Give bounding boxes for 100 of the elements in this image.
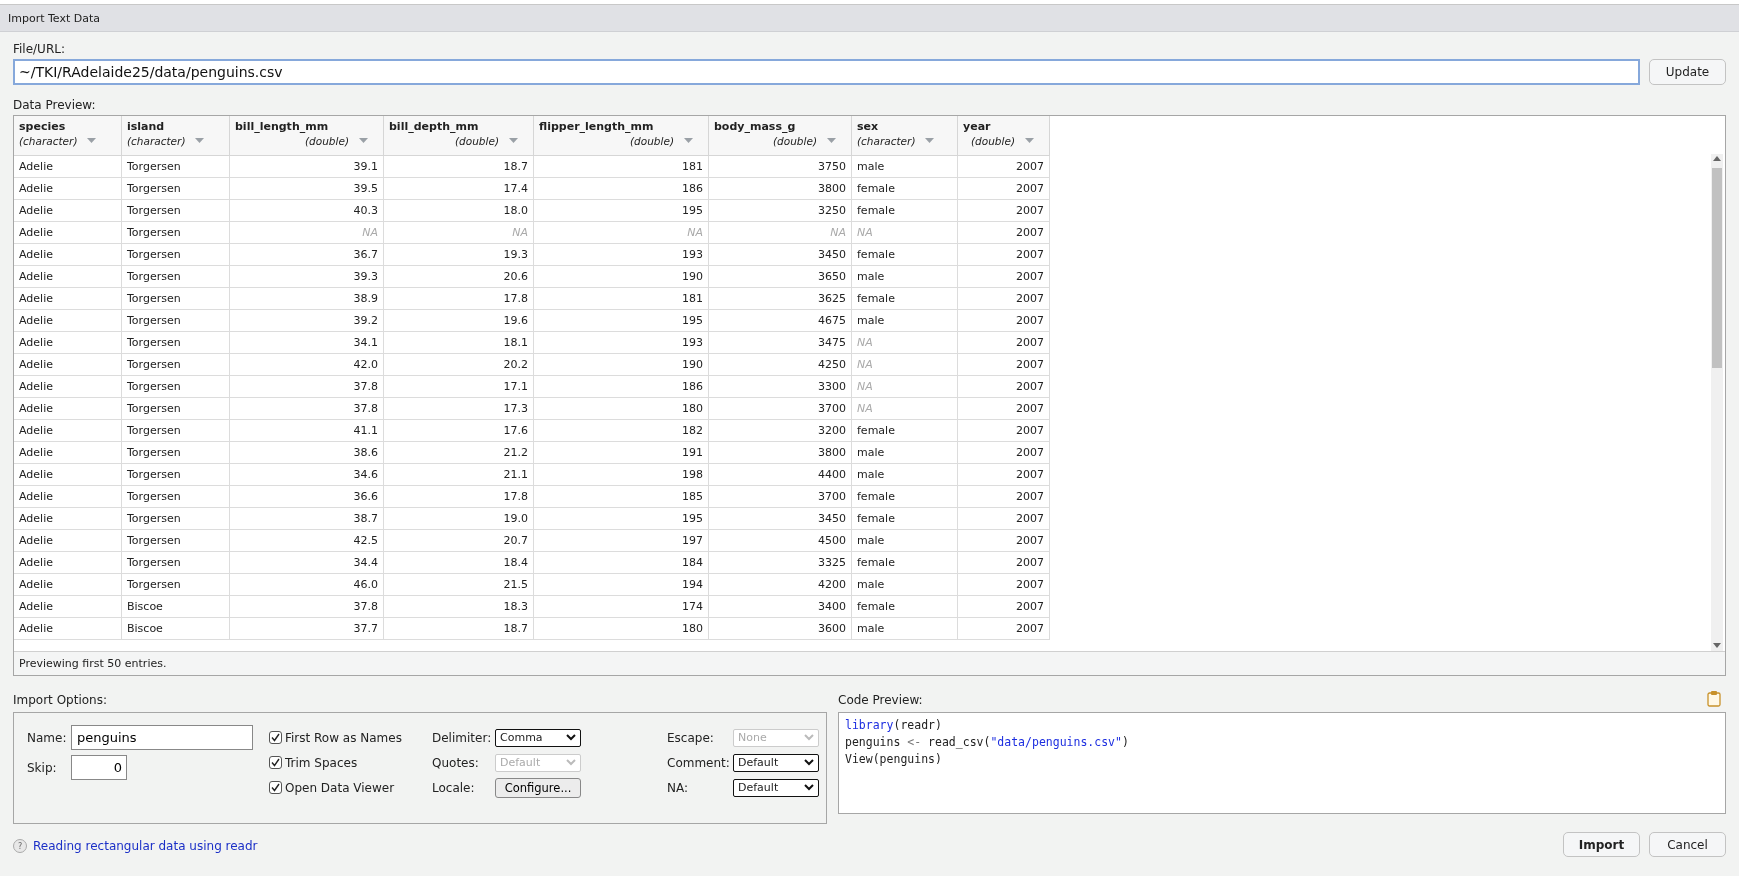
table-cell: male	[852, 464, 958, 485]
table-cell: NA	[852, 354, 958, 375]
table-cell: NA	[852, 398, 958, 419]
setting-label: Locale:	[432, 780, 476, 795]
table-cell: female	[852, 508, 958, 529]
dropdown[interactable]: Comma	[495, 728, 581, 747]
column-header[interactable]: flipper_length_mm (double)	[534, 116, 709, 155]
column-header[interactable]: species (character)	[14, 116, 122, 155]
code-line: library(readr)	[845, 717, 943, 734]
table-cell: Adelie	[14, 200, 122, 221]
table-cell: 186	[534, 178, 709, 199]
table-cell: 2007	[958, 486, 1050, 507]
help-link[interactable]: Reading rectangular data using readr	[33, 839, 258, 853]
cancel-button[interactable]: Cancel	[1649, 832, 1726, 857]
file-url-field[interactable]: ~/TKI/RAdelaide25/data/penguins.csv	[13, 59, 1640, 85]
column-header[interactable]: sex (character)	[852, 116, 958, 155]
table-cell: female	[852, 486, 958, 507]
table-cell: Adelie	[14, 618, 122, 639]
setting-label: Delimiter:	[432, 730, 493, 745]
table-cell: 2007	[958, 530, 1050, 551]
code-preview-label: Code Preview:	[838, 693, 923, 707]
name-field[interactable]: penguins	[71, 725, 253, 750]
dropdown-arrow-icon[interactable]	[684, 138, 693, 144]
table-cell: 38.6	[230, 442, 384, 463]
table-cell: Torgersen	[122, 442, 230, 463]
table-cell: 3250	[709, 200, 852, 221]
table-cell: 190	[534, 266, 709, 287]
dropdown-arrow-icon[interactable]	[195, 138, 205, 144]
update-button[interactable]: Update	[1649, 59, 1726, 85]
configure-button[interactable]: Configure...	[495, 777, 581, 798]
data-preview-label: Data Preview:	[13, 98, 96, 112]
table-cell: male	[852, 442, 958, 463]
table-cell: 3650	[709, 266, 852, 287]
table-cell: 3800	[709, 178, 852, 199]
table-cell: 20.2	[384, 354, 534, 375]
table-cell: 2007	[958, 288, 1050, 309]
column-header[interactable]: bill_depth_mm (double)	[384, 116, 534, 155]
checkbox[interactable]	[269, 731, 282, 744]
table-cell: Adelie	[14, 332, 122, 353]
dropdown[interactable]: Default	[733, 753, 819, 772]
table-cell: 36.6	[230, 486, 384, 507]
table-cell: 40.3	[230, 200, 384, 221]
dropdown-arrow-icon[interactable]	[1025, 138, 1034, 144]
table-cell: 2007	[958, 596, 1050, 617]
dropdown-arrow-icon[interactable]	[827, 138, 836, 144]
table-cell: 195	[534, 508, 709, 529]
scroll-down-icon[interactable]	[1713, 643, 1721, 649]
column-header[interactable]: island (character)	[122, 116, 230, 155]
table-cell: 2007	[958, 552, 1050, 573]
column-header[interactable]: body_mass_g (double)	[709, 116, 852, 155]
table-cell: Adelie	[14, 552, 122, 573]
table-cell: 37.8	[230, 376, 384, 397]
table-cell: 2007	[958, 508, 1050, 529]
table-cell: female	[852, 596, 958, 617]
column-header[interactable]: year (double)	[958, 116, 1050, 155]
scrollbar[interactable]	[1711, 154, 1723, 651]
table-cell: 193	[534, 332, 709, 353]
dropdown-arrow-icon[interactable]	[359, 138, 368, 144]
dropdown-arrow-icon[interactable]	[925, 138, 935, 144]
table-cell: 46.0	[230, 574, 384, 595]
table-cell: Adelie	[14, 574, 122, 595]
table-cell: 17.1	[384, 376, 534, 397]
table-cell: 3300	[709, 376, 852, 397]
table-cell: 34.4	[230, 552, 384, 573]
table-cell: 193	[534, 244, 709, 265]
clipboard-icon[interactable]	[1707, 690, 1721, 707]
table-cell: 2007	[958, 244, 1050, 265]
dropdown-arrow-icon[interactable]	[87, 138, 97, 144]
checkbox[interactable]	[269, 781, 282, 794]
table-cell: 42.5	[230, 530, 384, 551]
table-cell: Adelie	[14, 310, 122, 331]
table-cell: Adelie	[14, 354, 122, 375]
dropdown-arrow-icon[interactable]	[509, 138, 518, 144]
table-cell: Adelie	[14, 530, 122, 551]
table-cell: 2007	[958, 464, 1050, 485]
import-button[interactable]: Import	[1563, 832, 1640, 857]
table-cell: 2007	[958, 200, 1050, 221]
scroll-up-icon[interactable]	[1713, 156, 1721, 162]
dropdown[interactable]: Default	[733, 778, 819, 797]
checkbox[interactable]	[269, 756, 282, 769]
table-cell: Adelie	[14, 420, 122, 441]
table-cell: Torgersen	[122, 398, 230, 419]
table-cell: 3450	[709, 508, 852, 529]
table-cell: 2007	[958, 354, 1050, 375]
setting-label: Comment:	[667, 755, 731, 770]
chevron-down-icon	[804, 734, 814, 741]
skip-field[interactable]: 0	[71, 755, 127, 780]
table-cell: 3625	[709, 288, 852, 309]
table-cell: 184	[534, 552, 709, 573]
column-header[interactable]: bill_length_mm (double)	[230, 116, 384, 155]
table-cell: Adelie	[14, 178, 122, 199]
table-cell: 19.0	[384, 508, 534, 529]
table-cell: Adelie	[14, 464, 122, 485]
skip-label: Skip:	[27, 760, 58, 775]
table-cell: 18.7	[384, 156, 534, 177]
table-cell: Adelie	[14, 442, 122, 463]
code-line: penguins <- read_csv("data/penguins.csv")	[845, 734, 1130, 751]
table-cell: 17.6	[384, 420, 534, 441]
name-label: Name:	[27, 730, 68, 745]
table-cell: Torgersen	[122, 310, 230, 331]
